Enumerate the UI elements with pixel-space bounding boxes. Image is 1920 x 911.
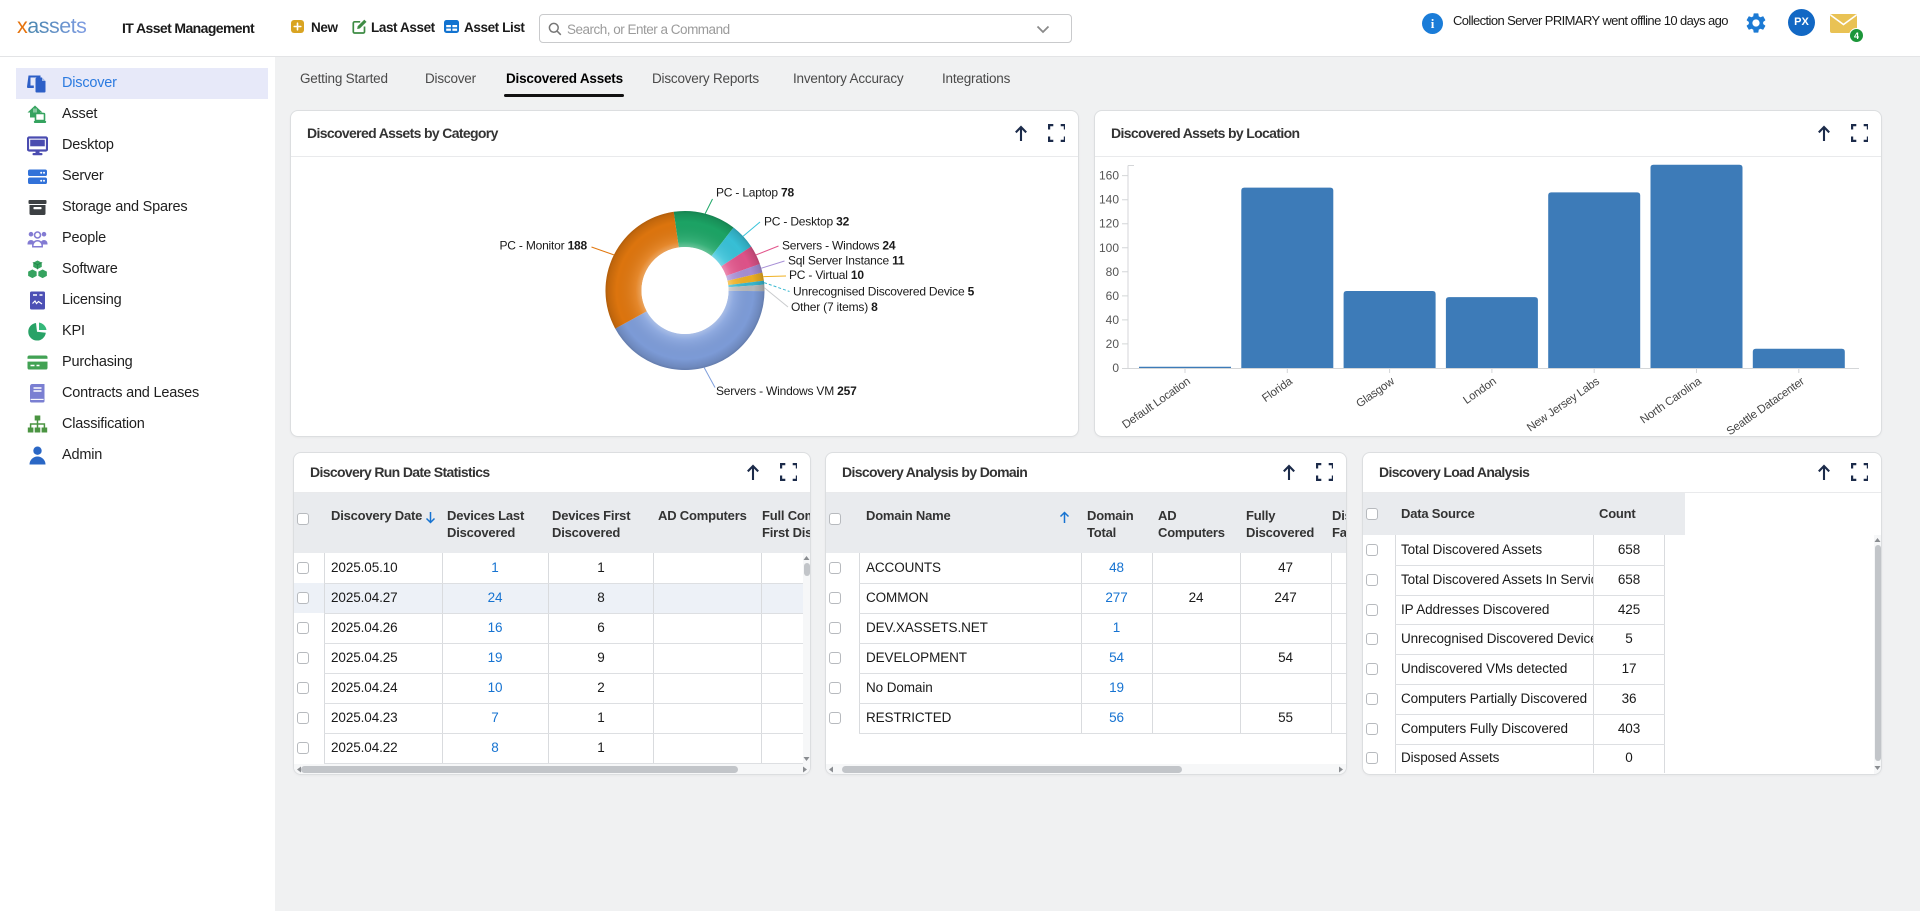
svg-text:Sql Server Instance 11: Sql Server Instance 11	[788, 254, 905, 268]
svg-text:120: 120	[1099, 217, 1119, 231]
svg-text:Default Location: Default Location	[1120, 376, 1192, 432]
svg-text:160: 160	[1099, 169, 1119, 183]
svg-text:20: 20	[1106, 337, 1120, 351]
svg-text:100: 100	[1099, 241, 1119, 255]
svg-text:Unrecognised Discovered Device: Unrecognised Discovered Device 5	[793, 285, 975, 299]
svg-text:New Jersey Labs: New Jersey Labs	[1525, 375, 1602, 434]
svg-text:0: 0	[1112, 361, 1119, 375]
svg-text:Servers - Windows 24: Servers - Windows 24	[782, 239, 896, 253]
svg-text:PC - Laptop 78: PC - Laptop 78	[716, 186, 794, 200]
svg-text:PC - Virtual 10: PC - Virtual 10	[789, 268, 864, 282]
svg-text:Servers - Windows VM 257: Servers - Windows VM 257	[716, 384, 857, 398]
svg-text:80: 80	[1106, 265, 1120, 279]
svg-text:60: 60	[1106, 289, 1120, 303]
svg-text:Other (7 items) 8: Other (7 items) 8	[791, 300, 878, 314]
svg-text:Seattle Datacenter: Seattle Datacenter	[1725, 375, 1807, 437]
svg-text:PC - Desktop 32: PC - Desktop 32	[764, 215, 850, 229]
svg-text:140: 140	[1099, 193, 1119, 207]
svg-text:North Carolina: North Carolina	[1638, 375, 1704, 426]
svg-text:40: 40	[1106, 313, 1120, 327]
svg-text:Glasgow: Glasgow	[1354, 375, 1397, 410]
svg-text:London: London	[1461, 376, 1498, 407]
svg-text:PC - Monitor 188: PC - Monitor 188	[499, 239, 587, 253]
svg-text:Florida: Florida	[1260, 375, 1295, 405]
